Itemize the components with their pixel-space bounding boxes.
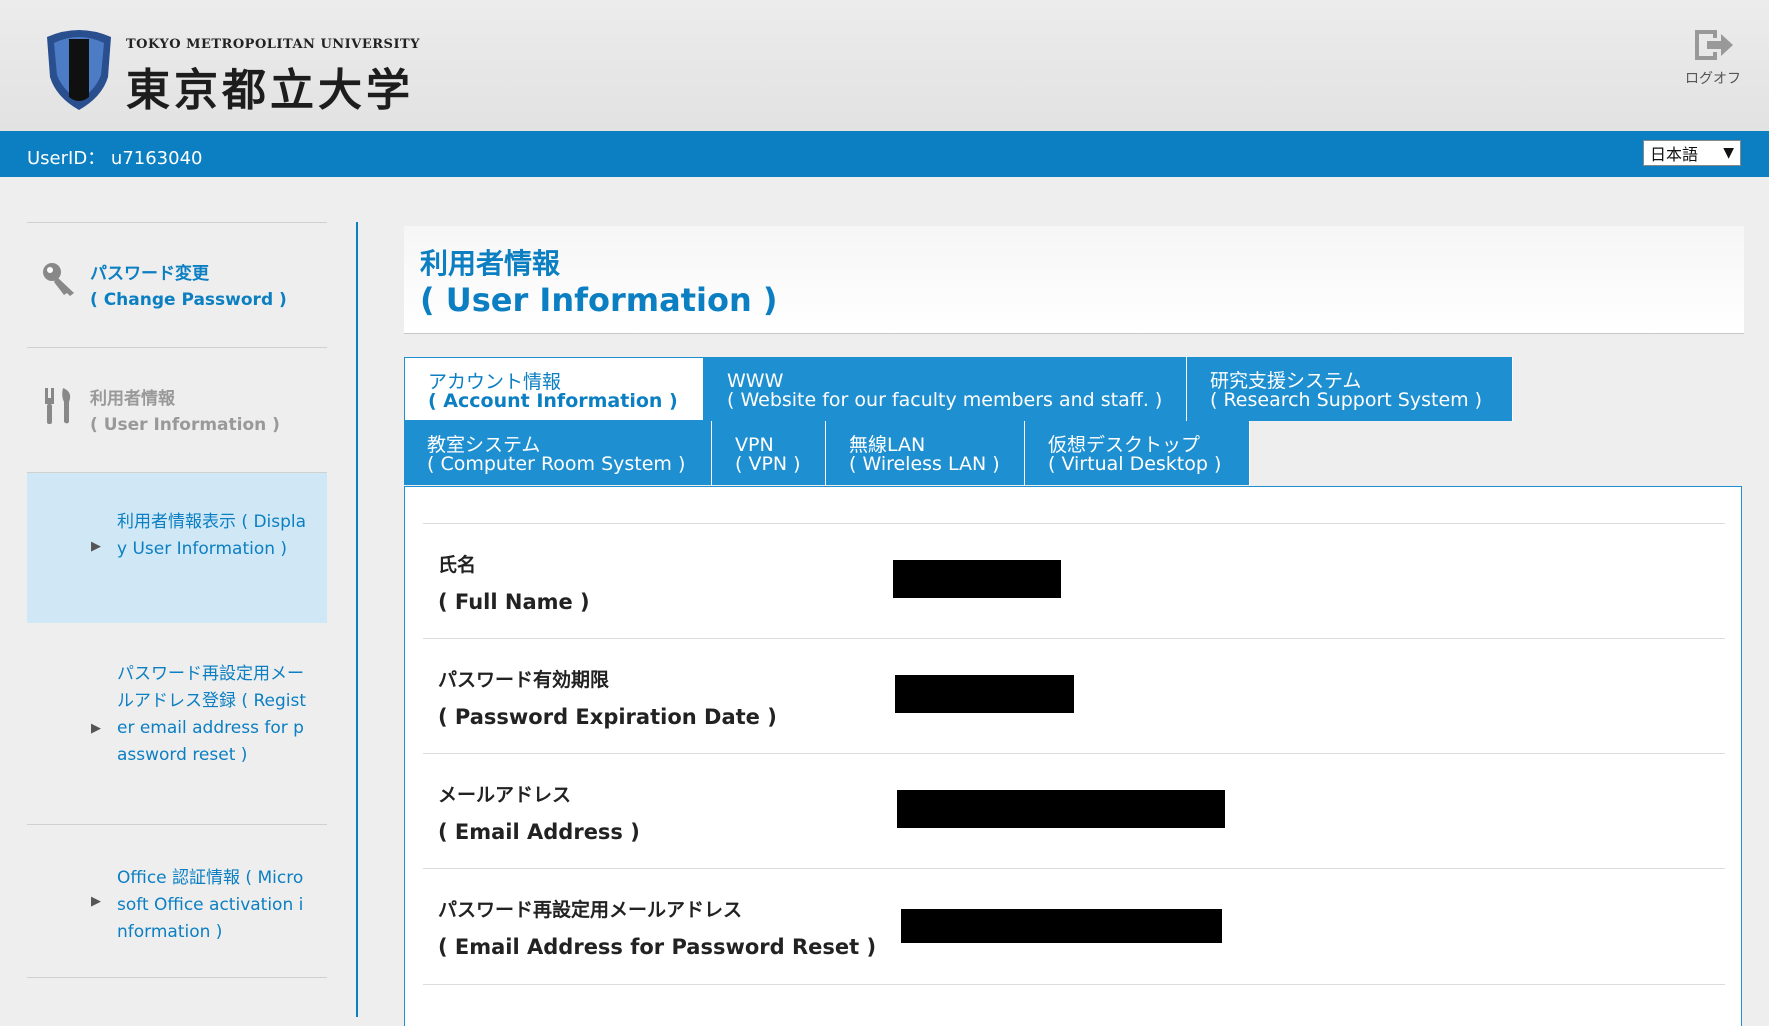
page-title-jp: 利用者情報 (420, 247, 561, 280)
tab-label-en: ( Research Support System ) (1210, 389, 1483, 411)
field-row-reset-email: パスワード再設定用メールアドレス ( Email Address for Pas… (423, 868, 1725, 985)
tab-label-en: ( Computer Room System ) (427, 453, 686, 475)
sidebar: パスワード変更 ( Change Password ) 利用者情報 ( User… (27, 222, 327, 978)
field-label-en: ( Email Address for Password Reset ) (438, 935, 877, 959)
tab-www[interactable]: WWW ( Website for our faculty members an… (704, 357, 1187, 421)
tools-icon (41, 386, 77, 430)
tab-virtual-desktop[interactable]: 仮想デスクトップ ( Virtual Desktop ) (1025, 421, 1250, 485)
tab-label-en: ( Account Information ) (428, 390, 678, 412)
logout-icon (1695, 30, 1733, 60)
account-info-panel: 氏名 ( Full Name ) パスワード有効期限 ( Password Ex… (404, 486, 1742, 1026)
redacted-value (897, 790, 1225, 828)
field-row-email: メールアドレス ( Email Address ) (423, 753, 1725, 869)
logo-japanese-text: 東京都立大学 (126, 65, 414, 116)
tab-label-en: ( VPN ) (735, 453, 801, 475)
tab-wireless-lan[interactable]: 無線LAN ( Wireless LAN ) (826, 421, 1025, 485)
tab-computer-room[interactable]: 教室システム ( Computer Room System ) (404, 421, 712, 485)
tab-vpn[interactable]: VPN ( VPN ) (712, 421, 826, 485)
redacted-value (901, 909, 1222, 943)
sidebar-subitem-label: パスワード再設定用メールアドレス登録 ( Register email addr… (117, 664, 306, 765)
field-label-jp: 氏名 (438, 554, 477, 576)
field-label-en: ( Password Expiration Date ) (438, 705, 777, 729)
redacted-value (895, 675, 1074, 713)
language-select[interactable]: 日本語 ▼ (1643, 140, 1741, 166)
field-label-en: ( Full Name ) (438, 590, 590, 614)
sidebar-item-label-jp: 利用者情報 (90, 389, 175, 409)
sidebar-subitem-register-email[interactable]: ▶ パスワード再設定用メールアドレス登録 ( Register email ad… (27, 623, 327, 824)
field-label-jp: パスワード有効期限 (438, 669, 610, 691)
sidebar-item-label-en: ( Change Password ) (90, 290, 287, 310)
sidebar-item-label-jp: パスワード変更 (90, 264, 209, 284)
arrow-right-icon: ▶ (91, 721, 101, 736)
tab-label-en: ( Website for our faculty members and st… (727, 389, 1163, 411)
language-value: 日本語 (1650, 145, 1699, 164)
chevron-down-icon: ▼ (1723, 145, 1734, 161)
shield-logo-icon (47, 30, 111, 110)
redacted-value (893, 560, 1061, 598)
user-id: UserID： u7163040 (27, 148, 203, 169)
page-header: TOKYO METROPOLITAN UNIVERSITY 東京都立大学 ログオ… (0, 0, 1769, 131)
sidebar-divider (356, 222, 358, 1017)
sidebar-item-user-information[interactable]: 利用者情報 ( User Information ) (27, 348, 327, 472)
sidebar-subitem-label: Office 認証情報 ( Microsoft Office activatio… (117, 868, 304, 942)
sidebar-subitem-label: 利用者情報表示 ( Display User Information ) (117, 512, 307, 559)
sidebar-item-change-password[interactable]: パスワード変更 ( Change Password ) (27, 223, 327, 347)
field-row-full-name: 氏名 ( Full Name ) (423, 523, 1725, 639)
field-label-jp: メールアドレス (438, 784, 572, 806)
user-bar: UserID： u7163040 日本語 ▼ (0, 131, 1769, 177)
sidebar-item-label-en: ( User Information ) (90, 415, 280, 435)
field-row-password-expiration: パスワード有効期限 ( Password Expiration Date ) (423, 638, 1725, 754)
tab-account-information[interactable]: アカウント情報 ( Account Information ) (404, 357, 704, 421)
sidebar-subitem-office-activation[interactable]: ▶ Office 認証情報 ( Microsoft Office activat… (27, 825, 327, 977)
page-title: 利用者情報 ( User Information ) (404, 226, 1744, 334)
key-icon (41, 261, 77, 301)
arrow-right-icon: ▶ (91, 539, 101, 554)
page-title-en: ( User Information ) (420, 281, 778, 319)
tab-label-en: ( Wireless LAN ) (849, 453, 1000, 475)
logo-english-text: TOKYO METROPOLITAN UNIVERSITY (126, 37, 420, 52)
logout-label: ログオフ (1685, 71, 1741, 87)
tab-research-support[interactable]: 研究支援システム ( Research Support System ) (1187, 357, 1513, 421)
logout-button[interactable]: ログオフ (1685, 26, 1741, 88)
sidebar-subitem-display-user-info[interactable]: ▶ 利用者情報表示 ( Display User Information ) (27, 473, 327, 623)
tab-label-en: ( Virtual Desktop ) (1048, 453, 1222, 475)
university-logo: TOKYO METROPOLITAN UNIVERSITY 東京都立大学 (44, 27, 420, 118)
field-label-jp: パスワード再設定用メールアドレス (438, 899, 743, 921)
field-label-en: ( Email Address ) (438, 820, 640, 844)
arrow-right-icon: ▶ (91, 894, 101, 909)
